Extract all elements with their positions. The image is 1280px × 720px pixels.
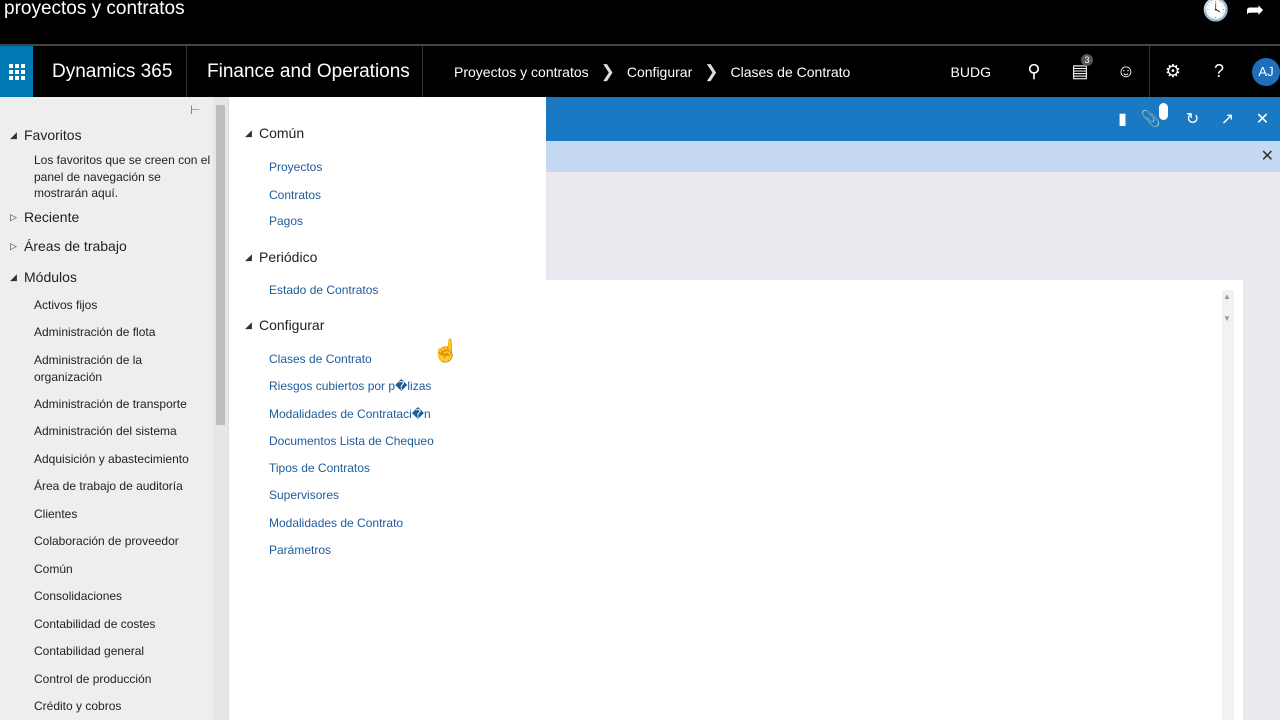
- close-icon[interactable]: ✕: [1245, 109, 1280, 129]
- module-item[interactable]: Administración de flota: [34, 324, 204, 341]
- content-panel: [546, 280, 1243, 720]
- module-item[interactable]: Crédito y cobros: [34, 698, 204, 715]
- clock-icon[interactable]: 🕓: [1202, 0, 1229, 21]
- module-item[interactable]: Control de producción: [34, 671, 204, 688]
- expanded-triangle-icon: ◢: [10, 129, 17, 140]
- module-item[interactable]: Común: [34, 561, 204, 578]
- attachment-icon[interactable]: 📎 0: [1140, 103, 1175, 129]
- favorites-empty-note: Los favoritos que se creen con el panel …: [34, 153, 211, 200]
- chevron-right-icon: ❯: [704, 61, 719, 81]
- pin-icon[interactable]: ⊢: [190, 103, 200, 117]
- office-icon[interactable]: ▮: [1105, 109, 1140, 129]
- menu-link[interactable]: Proyectos: [269, 160, 322, 174]
- module-item[interactable]: Adquisición y abastecimiento: [34, 451, 204, 468]
- menu-link[interactable]: Contratos: [269, 188, 321, 202]
- attachment-count-badge: 0: [1159, 103, 1169, 120]
- expanded-triangle-icon: ◢: [245, 251, 252, 262]
- module-item[interactable]: Área de trabajo de auditoría: [34, 478, 204, 495]
- scrollbar-thumb[interactable]: [216, 105, 225, 425]
- workspaces-label: Áreas de trabajo: [24, 238, 127, 254]
- breadcrumb-item-configure[interactable]: Configurar: [627, 64, 692, 80]
- module-item[interactable]: Contabilidad de costes: [34, 616, 204, 633]
- app-name[interactable]: Finance and Operations: [187, 46, 423, 97]
- menu-link[interactable]: Parámetros: [269, 543, 331, 557]
- refresh-icon[interactable]: ↻: [1175, 109, 1210, 129]
- collapsed-triangle-icon: ▷: [10, 211, 17, 222]
- open-new-window-icon[interactable]: ↗: [1210, 109, 1245, 129]
- message-bar: ✕: [546, 141, 1280, 172]
- scroll-up-icon[interactable]: ▲: [1223, 292, 1231, 301]
- hand-cursor-icon: ☝: [432, 338, 460, 363]
- video-title: proyectos y contratos: [4, 0, 185, 19]
- modules-section[interactable]: ◢ Módulos: [10, 269, 77, 285]
- notification-count-badge: 3: [1081, 54, 1093, 66]
- menu-link[interactable]: Riesgos cubiertos por p�lizas: [269, 379, 431, 393]
- menu-link[interactable]: Supervisores: [269, 488, 339, 502]
- menu-link[interactable]: Clases de Contrato: [269, 352, 372, 366]
- section-label: Configurar: [259, 317, 325, 333]
- workspaces-section[interactable]: ▷ Áreas de trabajo: [10, 238, 127, 254]
- menu-link[interactable]: Documentos Lista de Chequeo: [269, 434, 434, 448]
- avatar[interactable]: AJ: [1252, 57, 1280, 86]
- module-item[interactable]: Contabilidad general: [34, 643, 204, 660]
- module-item[interactable]: Activos fijos: [34, 297, 204, 314]
- feedback-smiley-icon[interactable]: ☺: [1103, 61, 1149, 82]
- menu-link[interactable]: Pagos: [269, 214, 303, 228]
- close-icon[interactable]: ✕: [1261, 146, 1274, 166]
- flyout-section-periodic[interactable]: ◢ Periódico: [245, 249, 317, 265]
- module-item[interactable]: Administración del sistema: [34, 423, 204, 440]
- breadcrumb: Proyectos y contratos ❯ Configurar ❯ Cla…: [454, 46, 850, 97]
- expanded-triangle-icon: ◢: [10, 271, 17, 282]
- chevron-right-icon: ❯: [600, 61, 615, 81]
- action-pane: ▮ 📎 0 ↻ ↗ ✕: [546, 97, 1280, 141]
- expanded-triangle-icon: ◢: [245, 319, 252, 330]
- module-item[interactable]: Administración de transporte: [34, 396, 204, 413]
- module-item[interactable]: Clientes: [34, 506, 204, 523]
- module-flyout: ◢ Común Proyectos Contratos Pagos ◢ Peri…: [228, 97, 546, 720]
- breadcrumb-item-projects[interactable]: Proyectos y contratos: [454, 64, 589, 80]
- menu-link[interactable]: Modalidades de Contrataci�n: [269, 407, 431, 421]
- navpane-scrollbar[interactable]: [213, 97, 228, 720]
- recent-section[interactable]: ▷ Reciente: [10, 209, 79, 225]
- module-item[interactable]: Consolidaciones: [34, 588, 204, 605]
- company-picker[interactable]: BUDG: [951, 64, 991, 80]
- app-launcher-button[interactable]: [0, 46, 33, 97]
- product-name[interactable]: Dynamics 365: [33, 46, 187, 97]
- menu-link[interactable]: Modalidades de Contrato: [269, 516, 403, 530]
- collapsed-triangle-icon: ▷: [10, 240, 17, 251]
- expanded-triangle-icon: ◢: [245, 127, 252, 138]
- video-title-bar: proyectos y contratos 🕓 ➦: [0, 0, 1280, 44]
- section-label: Común: [259, 125, 305, 141]
- section-label: Periódico: [259, 249, 318, 265]
- module-item[interactable]: Administración de la organización: [34, 352, 204, 386]
- notifications-icon[interactable]: ▤ 3: [1057, 54, 1103, 82]
- navigation-pane: ⊢ ◢ Favoritos Los favoritos que se creen…: [0, 97, 228, 720]
- gear-icon[interactable]: ⚙: [1150, 61, 1196, 82]
- menu-link[interactable]: Estado de Contratos: [269, 283, 378, 297]
- share-icon[interactable]: ➦: [1242, 0, 1268, 21]
- help-icon[interactable]: ?: [1196, 61, 1242, 82]
- recent-label: Reciente: [24, 209, 80, 225]
- module-item[interactable]: Colaboración de proveedor: [34, 533, 204, 550]
- modules-label: Módulos: [24, 269, 77, 285]
- scroll-down-icon[interactable]: ▼: [1223, 314, 1231, 323]
- flyout-section-configure[interactable]: ◢ Configurar: [245, 317, 324, 333]
- flyout-section-common[interactable]: ◢ Común: [245, 125, 304, 141]
- favorites-label: Favoritos: [24, 127, 82, 143]
- content-scrollbar[interactable]: ▲ ▼: [1222, 290, 1234, 720]
- search-icon[interactable]: ⚲: [1011, 61, 1057, 82]
- top-navbar: Dynamics 365 Finance and Operations Proy…: [0, 44, 1280, 97]
- waffle-icon: [8, 63, 25, 80]
- breadcrumb-item-contract-classes[interactable]: Clases de Contrato: [731, 64, 851, 80]
- menu-link[interactable]: Tipos de Contratos: [269, 461, 370, 475]
- favorites-section[interactable]: ◢ Favoritos: [10, 127, 82, 143]
